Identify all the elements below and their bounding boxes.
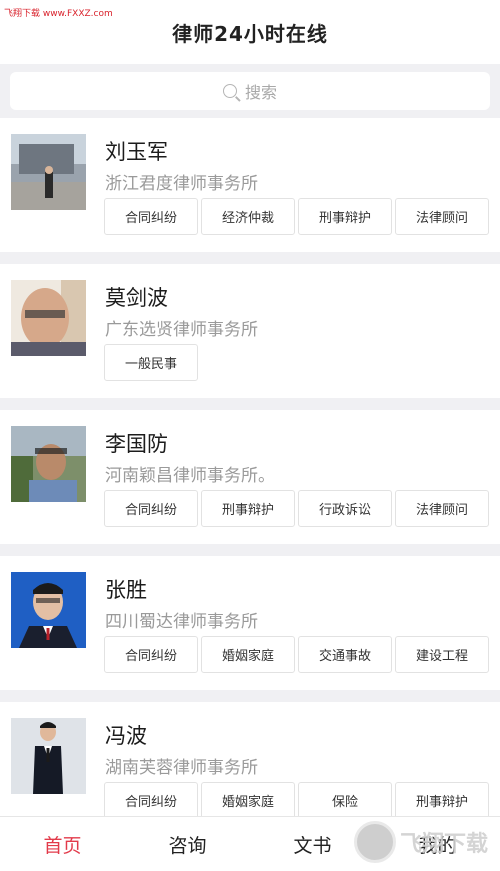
specialty-tags: 合同纠纷 刑事辩护 行政诉讼 法律顾问 bbox=[104, 490, 489, 527]
lawyer-name: 莫剑波 bbox=[105, 286, 168, 310]
specialty-tag[interactable]: 法律顾问 bbox=[395, 490, 489, 527]
specialty-tags: 合同纠纷 婚姻家庭 保险 刑事辩护 bbox=[104, 782, 489, 819]
tab-consult[interactable]: 咨询 bbox=[125, 817, 250, 871]
brand-watermark: 飞翔下载 bbox=[353, 821, 488, 863]
specialty-tag[interactable]: 建设工程 bbox=[395, 636, 489, 673]
specialty-tag[interactable]: 婚姻家庭 bbox=[201, 636, 295, 673]
specialty-tag[interactable]: 一般民事 bbox=[104, 344, 198, 381]
specialty-tag[interactable]: 交通事故 bbox=[298, 636, 392, 673]
specialty-tag[interactable]: 合同纠纷 bbox=[104, 490, 198, 527]
avatar bbox=[11, 134, 86, 210]
specialty-tag[interactable]: 刑事辩护 bbox=[395, 782, 489, 819]
law-firm: 四川蜀达律师事务所 bbox=[105, 612, 258, 632]
specialty-tag[interactable]: 合同纠纷 bbox=[104, 636, 198, 673]
brand-logo-icon bbox=[353, 821, 396, 863]
lawyer-name: 冯波 bbox=[105, 724, 147, 748]
law-firm: 广东选贤律师事务所 bbox=[105, 320, 258, 340]
site-watermark: 飞翔下载 www.FXXZ.com bbox=[4, 9, 113, 19]
lawyer-card[interactable]: 刘玉军 浙江君度律师事务所 合同纠纷 经济仲裁 刑事辩护 法律顾问 bbox=[0, 118, 500, 252]
lawyer-name: 刘玉军 bbox=[105, 140, 168, 164]
law-firm: 浙江君度律师事务所 bbox=[105, 174, 258, 194]
specialty-tag[interactable]: 合同纠纷 bbox=[104, 198, 198, 235]
bottom-tab-bar: 首页 咨询 文书 我的 飞翔下载 bbox=[0, 816, 500, 871]
specialty-tags: 合同纠纷 经济仲裁 刑事辩护 法律顾问 bbox=[104, 198, 489, 235]
search-icon bbox=[222, 84, 237, 98]
search-input[interactable]: 搜索 bbox=[10, 72, 490, 110]
specialty-tag[interactable]: 行政诉讼 bbox=[298, 490, 392, 527]
specialty-tags: 一般民事 bbox=[104, 344, 198, 381]
specialty-tag[interactable]: 经济仲裁 bbox=[201, 198, 295, 235]
specialty-tags: 合同纠纷 婚姻家庭 交通事故 建设工程 bbox=[104, 636, 489, 673]
search-bar: 搜索 bbox=[0, 64, 500, 118]
tab-home[interactable]: 首页 bbox=[0, 817, 125, 871]
avatar bbox=[11, 718, 86, 794]
specialty-tag[interactable]: 合同纠纷 bbox=[104, 782, 198, 819]
law-firm: 河南颖昌律师事务所。 bbox=[105, 466, 275, 486]
lawyer-name: 张胜 bbox=[105, 578, 147, 602]
avatar bbox=[11, 572, 86, 648]
lawyer-card[interactable]: 张胜 四川蜀达律师事务所 合同纠纷 婚姻家庭 交通事故 建设工程 bbox=[0, 556, 500, 690]
lawyer-card[interactable]: 李国防 河南颖昌律师事务所。 合同纠纷 刑事辩护 行政诉讼 法律顾问 bbox=[0, 410, 500, 544]
search-placeholder: 搜索 bbox=[244, 83, 277, 102]
lawyer-name: 李国防 bbox=[105, 432, 168, 456]
lawyer-list: 刘玉军 浙江君度律师事务所 合同纠纷 经济仲裁 刑事辩护 法律顾问 莫剑波 广东… bbox=[0, 118, 500, 848]
page-title: 律师24小时在线 bbox=[172, 21, 328, 46]
specialty-tag[interactable]: 法律顾问 bbox=[395, 198, 489, 235]
lawyer-card[interactable]: 莫剑波 广东选贤律师事务所 一般民事 bbox=[0, 264, 500, 398]
brand-watermark-text: 飞翔下载 bbox=[399, 832, 488, 857]
law-firm: 湖南芙蓉律师事务所 bbox=[105, 758, 258, 778]
specialty-tag[interactable]: 刑事辩护 bbox=[201, 490, 295, 527]
specialty-tag[interactable]: 婚姻家庭 bbox=[201, 782, 295, 819]
specialty-tag[interactable]: 保险 bbox=[298, 782, 392, 819]
specialty-tag[interactable]: 刑事辩护 bbox=[298, 198, 392, 235]
avatar bbox=[11, 280, 86, 356]
avatar bbox=[11, 426, 86, 502]
